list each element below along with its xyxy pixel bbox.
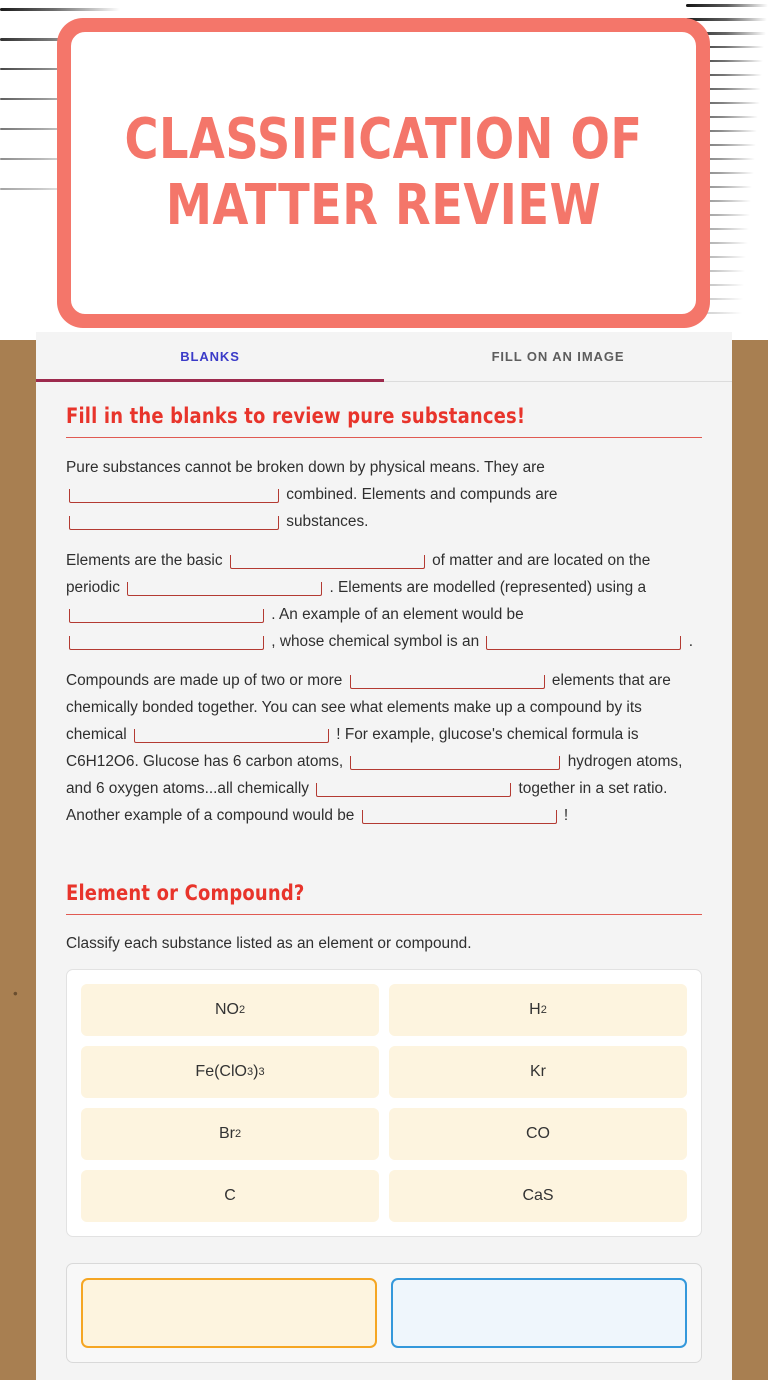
text-fragment: . [688, 633, 693, 650]
blank-input-2[interactable] [69, 516, 279, 530]
text-fragment: , whose chemical symbol is an [271, 633, 480, 650]
title-banner-inner: CLASSIFICATION OF MATTER REVIEW [69, 30, 698, 316]
blank-input-8[interactable] [349, 675, 545, 689]
blank-input-4[interactable] [127, 582, 323, 596]
speed-line [686, 18, 767, 21]
blank-input-11[interactable] [316, 783, 512, 797]
tab-blanks[interactable]: BLANKS [36, 332, 384, 382]
section-rule-blanks [66, 437, 702, 438]
tab-fill-on-an-image-label: FILL ON AN IMAGE [491, 349, 625, 364]
blank-input-9[interactable] [134, 729, 330, 743]
blank-input-6[interactable] [69, 636, 264, 650]
worksheet-content: Fill in the blanks to review pure substa… [36, 382, 732, 1363]
text-fragment: . Elements are modelled (represented) us… [329, 579, 646, 596]
text-fragment: . An example of an element would be [271, 606, 524, 623]
section-heading-blanks: Fill in the blanks to review pure substa… [66, 404, 526, 428]
substance-card[interactable]: Fe(ClO 3) 3 [81, 1046, 379, 1098]
substance-grid: NO 2 H 2 Fe(ClO 3) 3 Kr Br 2 CO C CaS [81, 984, 687, 1222]
dropzone-compound[interactable] [391, 1278, 687, 1348]
tab-fill-on-an-image[interactable]: FILL ON AN IMAGE [384, 332, 732, 381]
paragraph-elements: Elements are the basic of matter and are… [66, 547, 702, 655]
blank-input-3[interactable] [229, 555, 425, 569]
paragraph-pure-substances: Pure substances cannot be broken down by… [66, 454, 702, 535]
substance-card[interactable]: CaS [389, 1170, 687, 1222]
text-fragment: Elements are the basic [66, 552, 223, 569]
blank-input-12[interactable] [361, 810, 557, 824]
text-fragment: ! [563, 807, 569, 824]
section-rule-classify [66, 914, 702, 915]
page-title: CLASSIFICATION OF MATTER REVIEW [124, 106, 643, 238]
title-banner: CLASSIFICATION OF MATTER REVIEW [57, 18, 710, 328]
speed-line [0, 8, 120, 11]
substance-card[interactable]: NO 2 [81, 984, 379, 1036]
substance-card[interactable]: C [81, 1170, 379, 1222]
paragraph-compounds: Compounds are made up of two or more ele… [66, 667, 702, 829]
section-heading-classify: Element or Compound? [66, 881, 305, 905]
tab-bar: BLANKS FILL ON AN IMAGE [36, 332, 732, 382]
text-fragment: Pure substances cannot be broken down by… [66, 459, 545, 476]
substance-card[interactable]: Br 2 [81, 1108, 379, 1160]
blank-input-5[interactable] [69, 609, 264, 623]
text-fragment: substances. [286, 513, 369, 530]
substance-panel: NO 2 H 2 Fe(ClO 3) 3 Kr Br 2 CO C CaS [66, 969, 702, 1237]
substance-card[interactable]: CO [389, 1108, 687, 1160]
blank-input-1[interactable] [69, 489, 279, 503]
substance-card[interactable]: Kr [389, 1046, 687, 1098]
blank-input-10[interactable] [350, 756, 561, 770]
dropzone-element[interactable] [81, 1278, 377, 1348]
substance-card[interactable]: H2 [389, 984, 687, 1036]
text-fragment: combined. Elements and compunds are [286, 486, 558, 503]
tab-blanks-label: BLANKS [180, 349, 240, 364]
worksheet-sheet: BLANKS FILL ON AN IMAGE Fill in the blan… [36, 332, 732, 1380]
classify-instruction: Classify each substance listed as an ele… [66, 935, 472, 952]
text-fragment: Compounds are made up of two or more [66, 672, 343, 689]
speed-line [686, 4, 768, 7]
blank-input-7[interactable] [486, 636, 682, 650]
dropzone-panel [66, 1263, 702, 1363]
